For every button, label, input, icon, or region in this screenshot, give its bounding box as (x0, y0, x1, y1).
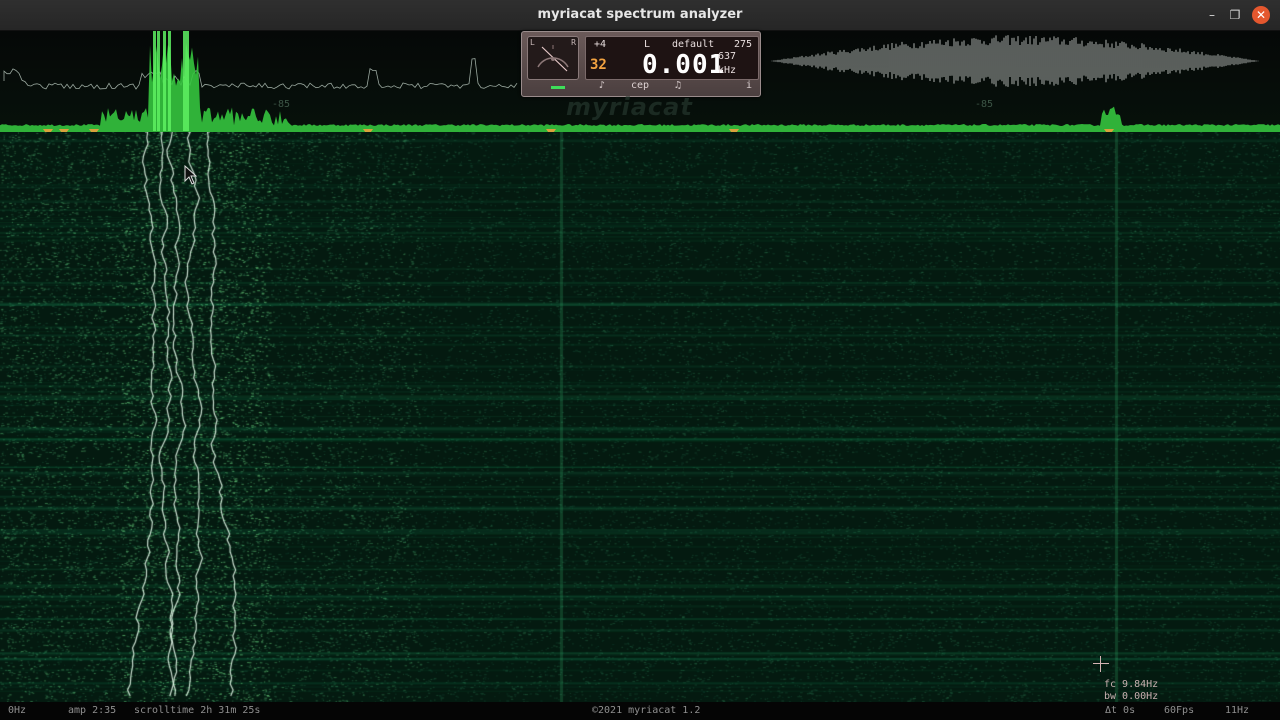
cursor-readout: fc 9.84Hz bw 0.00Hz (1104, 679, 1158, 703)
frequency-readout: 0.001 (642, 50, 726, 80)
dial-left-label: L (530, 38, 535, 47)
close-button[interactable]: ✕ (1252, 6, 1270, 24)
octave-value: 32 (590, 57, 607, 73)
input-level-indicator (551, 86, 565, 89)
info-icon[interactable]: i (746, 80, 752, 91)
mouse-pointer-icon (184, 165, 198, 185)
tuning-dial: L R (527, 36, 579, 80)
cents-value: 637 (718, 51, 737, 62)
db-level-right: -85 (975, 99, 994, 110)
min-frequency-label: 0Hz (8, 705, 27, 716)
minimize-button[interactable]: – (1203, 6, 1221, 24)
waterfall-spectrogram[interactable] (0, 132, 1280, 702)
copyright-text: ©2021 myriacat 1.2 (592, 705, 701, 716)
frequency-unit: kHz (718, 65, 737, 76)
window-title: myriacat spectrum analyzer (537, 7, 743, 22)
spectrum-peak (163, 31, 166, 131)
db-level-left: -85 (272, 99, 291, 110)
fps-readout[interactable]: 60Fps (1164, 705, 1194, 716)
tab-cepstrum[interactable]: cep (631, 80, 649, 91)
scrolltime-setting[interactable]: scrolltime 2h 31m 25s (134, 705, 260, 716)
tuner-lcd: +4 L default 275 32 0.001 637 kHz (585, 36, 759, 80)
delta-time-readout: Δt 0s (1105, 705, 1136, 716)
brand-watermark: myriacat (566, 93, 693, 121)
spectrum-peak (153, 31, 156, 131)
spectrum-peak (183, 31, 186, 131)
amp-setting[interactable]: amp 2:35 (68, 705, 116, 716)
resolution-readout[interactable]: 11Hz (1225, 705, 1249, 716)
maximize-button[interactable]: ❐ (1226, 6, 1244, 24)
count-value: 275 (734, 39, 753, 50)
spectrum-peak (168, 31, 171, 131)
tab-notes-icon[interactable]: ♫ (675, 80, 681, 91)
tuner-panel: L R +4 L default 275 32 0.001 637 kHz ♪ … (521, 31, 761, 97)
crosshair-cursor-icon (1093, 656, 1109, 672)
preset-name[interactable]: default (672, 39, 714, 50)
waveform-display (771, 35, 1259, 87)
spectrum-peak (186, 31, 189, 131)
dial-right-label: R (571, 38, 576, 47)
spectrum-peak (157, 31, 160, 131)
tuner-tabs: ♪ cep ♫ i (525, 80, 757, 94)
offset-value: +4 (594, 39, 607, 50)
status-bar: 0Hz amp 2:35 scrolltime 2h 31m 25s ©2021… (0, 702, 1280, 720)
title-bar: myriacat spectrum analyzer – ❐ ✕ (0, 0, 1280, 31)
spectrum-trace (3, 58, 518, 90)
channel-value: L (644, 39, 651, 50)
tab-note-icon[interactable]: ♪ (599, 80, 605, 91)
center-frequency-readout: fc 9.84Hz (1104, 679, 1159, 690)
